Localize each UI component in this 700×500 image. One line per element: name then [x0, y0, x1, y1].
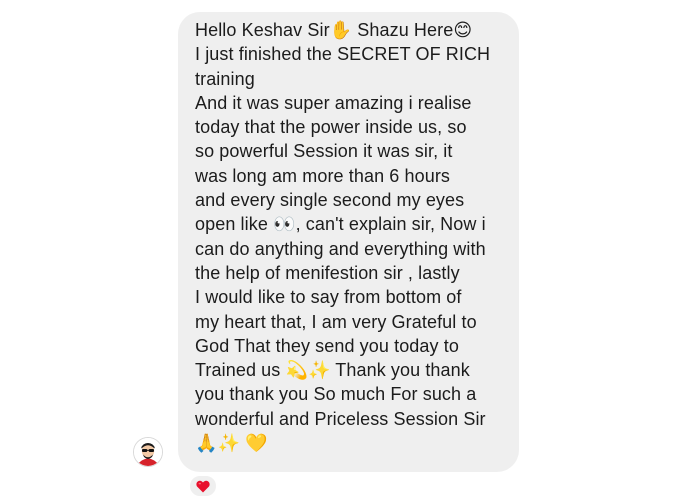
message-line: and every single second my eyes [195, 190, 465, 211]
red-heart-icon [196, 480, 210, 492]
message-line: 🙏✨ 💛 [195, 433, 268, 454]
message-line: can do anything and everything with [195, 238, 486, 259]
message-line: I would like to say from bottom of [195, 287, 462, 308]
message-line: today that the power inside us, so [195, 117, 467, 138]
message-line: you thank you So much For such a [195, 384, 477, 405]
message-line: Trained us 💫✨ Thank you thank [195, 360, 470, 381]
message-line: I just finished the SECRET OF RICH [195, 44, 491, 65]
message-line: open like 👀, can't explain sir, Now i [195, 214, 486, 235]
message-line: was long am more than 6 hours [195, 165, 451, 186]
message-line: And it was super amazing i realise [195, 92, 472, 113]
message-line: wonderful and Priceless Session Sir [195, 408, 486, 429]
message-line: my heart that, I am very Grateful to [195, 311, 477, 332]
reaction-badge[interactable] [188, 474, 218, 498]
sender-avatar[interactable] [133, 437, 163, 467]
message-bubble[interactable]: Hello Keshav Sir✋ Shazu Here😊 I just fin… [178, 12, 519, 472]
message-line: training [195, 68, 255, 89]
message-line: the help of menifestion sir , lastly [195, 262, 460, 283]
message-line: so powerful Session it was sir, it [195, 141, 453, 162]
sender-avatar-icon [134, 438, 162, 466]
message-line: Hello Keshav Sir✋ Shazu Here😊 [195, 20, 473, 40]
message-line: God That they send you today to [195, 335, 459, 356]
